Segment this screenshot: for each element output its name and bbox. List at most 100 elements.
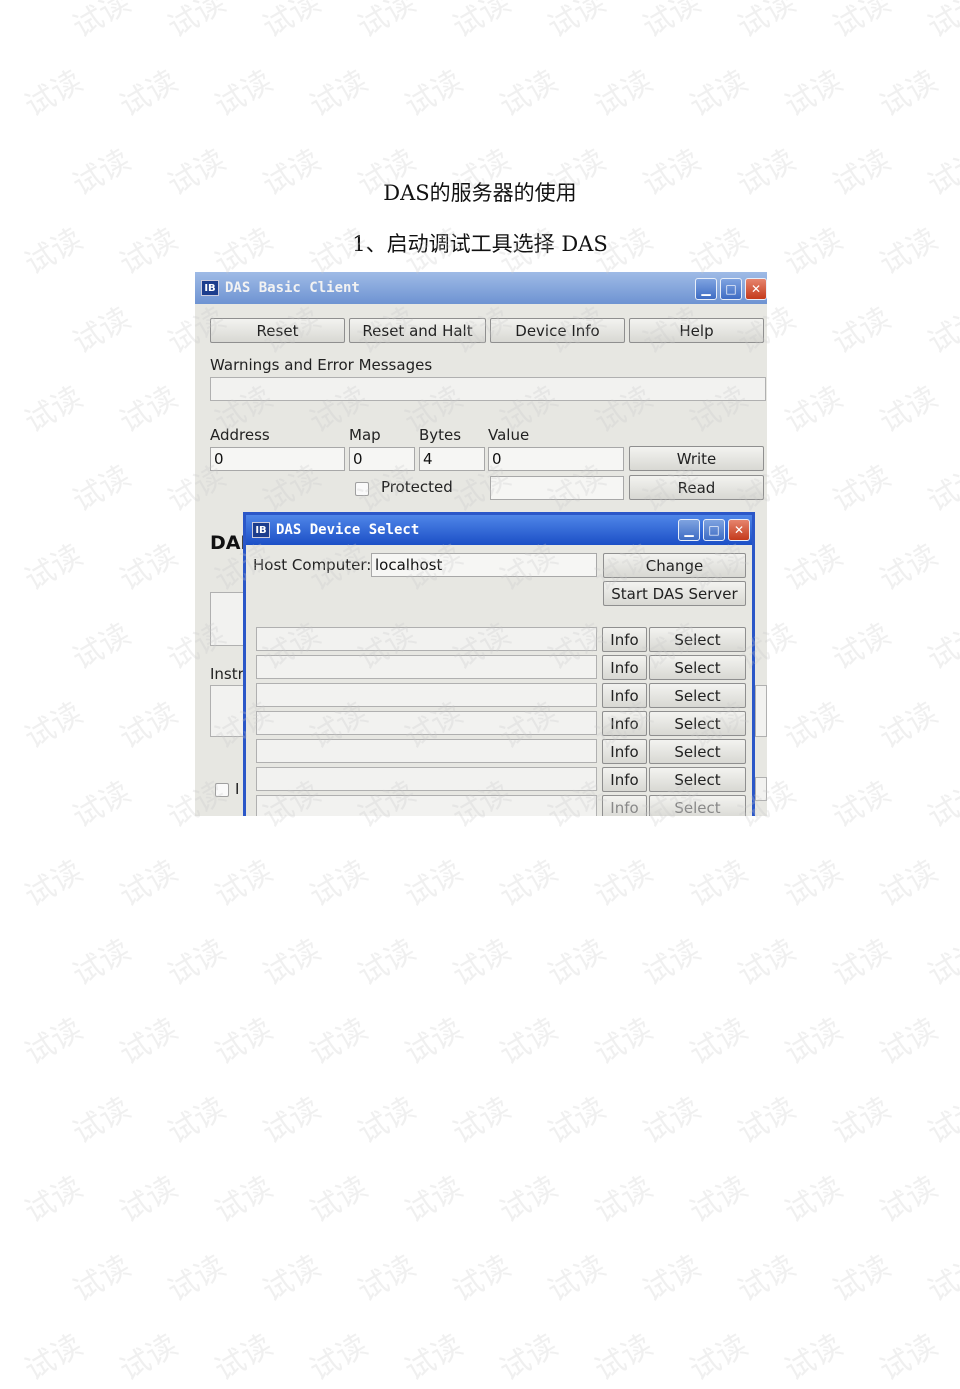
watermark-text: 试读 (542, 932, 612, 994)
map-input[interactable]: 0 (349, 447, 415, 471)
watermark-text: 试读 (637, 932, 707, 994)
das-section-heading: DAI (210, 532, 248, 554)
host-computer-input[interactable]: localhost (371, 553, 597, 577)
watermark-text: 试读 (67, 300, 137, 362)
watermark-text: 试读 (732, 1248, 802, 1310)
reset-button[interactable]: Reset (210, 318, 345, 343)
reset-and-halt-button[interactable]: Reset and Halt (349, 318, 486, 343)
watermark-text: 试读 (209, 1327, 279, 1389)
select-button[interactable]: Select (649, 627, 746, 652)
watermark-text: 试读 (542, 0, 612, 46)
watermark-text: 试读 (922, 1248, 960, 1310)
watermark-text: 试读 (67, 458, 137, 520)
watermark-text: 试读 (209, 853, 279, 915)
watermark-text: 试读 (732, 932, 802, 994)
select-button[interactable]: Select (649, 739, 746, 764)
device-field[interactable] (256, 655, 597, 679)
minimize-icon[interactable]: ▁ (695, 278, 717, 300)
das-screenshot: IB DAS Basic Client ▁ □ ✕ Reset Reset an… (195, 272, 767, 816)
start-das-server-button[interactable]: Start DAS Server (603, 581, 746, 606)
read-button[interactable]: Read (629, 475, 764, 500)
basic-client-titlebar[interactable]: IB DAS Basic Client ▁ □ ✕ (195, 272, 767, 304)
device-select-title: DAS Device Select (276, 522, 420, 538)
device-field[interactable] (256, 683, 597, 707)
watermark-text: 试读 (67, 1090, 137, 1152)
bytes-input[interactable]: 4 (419, 447, 485, 471)
watermark-text: 试读 (922, 300, 960, 362)
watermark-text: 试读 (874, 379, 944, 441)
device-field[interactable] (256, 767, 597, 791)
device-info-button[interactable]: Device Info (490, 318, 625, 343)
messages-field[interactable] (210, 377, 766, 401)
select-button[interactable]: Select (649, 683, 746, 708)
watermark-text: 试读 (162, 1090, 232, 1152)
close-icon[interactable]: ✕ (745, 278, 767, 300)
watermark-text: 试读 (447, 1248, 517, 1310)
watermark-text: 试读 (19, 1327, 89, 1389)
address-input[interactable]: 0 (210, 447, 345, 471)
watermark-text: 试读 (922, 616, 960, 678)
watermark-text: 试读 (494, 1011, 564, 1073)
watermark-text: 试读 (19, 853, 89, 915)
dialog-close-icon[interactable]: ✕ (728, 519, 750, 541)
info-button[interactable]: Info (602, 683, 647, 708)
watermark-text: 试读 (827, 774, 897, 836)
protected-checkbox[interactable] (355, 482, 369, 496)
watermark-text: 试读 (827, 300, 897, 362)
select-button[interactable]: Select (649, 795, 746, 816)
protected-value-field[interactable] (490, 476, 624, 500)
watermark-text: 试读 (399, 63, 469, 125)
address-label: Address (210, 426, 270, 444)
info-button[interactable]: Info (602, 795, 647, 816)
watermark-text: 试读 (827, 932, 897, 994)
watermark-text: 试读 (874, 695, 944, 757)
help-button[interactable]: Help (629, 318, 764, 343)
watermark-text: 试读 (779, 695, 849, 757)
device-field[interactable] (256, 739, 597, 763)
maximize-icon[interactable]: □ (720, 278, 742, 300)
select-button[interactable]: Select (649, 767, 746, 792)
info-button[interactable]: Info (602, 767, 647, 792)
watermark-text: 试读 (67, 616, 137, 678)
bytes-label: Bytes (419, 426, 462, 444)
watermark-text: 试读 (637, 0, 707, 46)
watermark-text: 试读 (447, 0, 517, 46)
watermark-text: 试读 (637, 1248, 707, 1310)
watermark-text: 试读 (732, 0, 802, 46)
protected-label: Protected (381, 478, 453, 496)
device-field[interactable] (256, 627, 597, 651)
info-button[interactable]: Info (602, 711, 647, 736)
dialog-maximize-icon[interactable]: □ (703, 519, 725, 541)
watermark-text: 试读 (874, 537, 944, 599)
device-field[interactable] (256, 795, 597, 816)
watermark-text: 试读 (352, 1248, 422, 1310)
watermark-text: 试读 (19, 63, 89, 125)
write-button[interactable]: Write (629, 446, 764, 471)
watermark-text: 试读 (542, 1248, 612, 1310)
value-input[interactable]: 0 (488, 447, 624, 471)
select-button[interactable]: Select (649, 655, 746, 680)
watermark-text: 试读 (494, 853, 564, 915)
instructions-field-edge (755, 685, 767, 737)
option-label-fragment: I (235, 780, 240, 798)
watermark-text: 试读 (922, 774, 960, 836)
watermark-text: 试读 (827, 1248, 897, 1310)
watermark-text: 试读 (684, 1169, 754, 1231)
option-checkbox[interactable] (215, 783, 229, 797)
watermark-text: 试读 (827, 1090, 897, 1152)
watermark-text: 试读 (637, 1090, 707, 1152)
watermark-text: 试读 (399, 1169, 469, 1231)
info-button[interactable]: Info (602, 739, 647, 764)
select-button[interactable]: Select (649, 711, 746, 736)
watermark-text: 试读 (114, 1327, 184, 1389)
watermark-text: 试读 (114, 63, 184, 125)
info-button[interactable]: Info (602, 655, 647, 680)
change-button[interactable]: Change (603, 553, 746, 578)
device-select-titlebar[interactable]: IB DAS Device Select ▁ □ ✕ (246, 515, 752, 545)
watermark-text: 试读 (399, 1327, 469, 1389)
dialog-minimize-icon[interactable]: ▁ (678, 519, 700, 541)
info-button[interactable]: Info (602, 627, 647, 652)
device-field[interactable] (256, 711, 597, 735)
watermark-text: 试读 (114, 537, 184, 599)
document-title: DAS的服务器的使用 (383, 181, 577, 205)
